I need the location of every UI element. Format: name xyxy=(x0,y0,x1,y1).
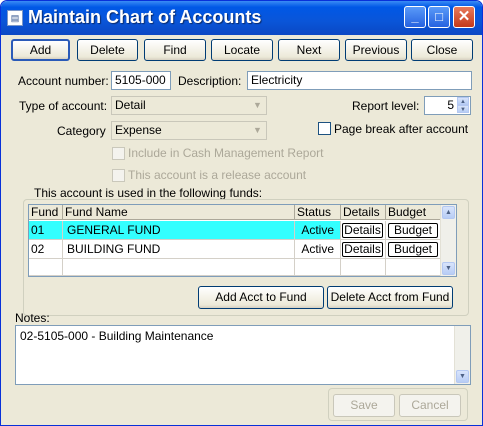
next-button[interactable]: Next xyxy=(278,39,340,61)
chevron-down-icon: ▼ xyxy=(253,100,262,110)
scroll-down-icon[interactable]: ▼ xyxy=(442,262,455,275)
category-value: Expense xyxy=(115,123,162,137)
find-button[interactable]: Find xyxy=(144,39,206,61)
column-header-budget[interactable]: Budget xyxy=(386,205,442,220)
report-level-spinner[interactable]: 5 ▲ ▼ xyxy=(424,96,471,115)
spin-down-icon[interactable]: ▼ xyxy=(457,105,469,113)
maintain-chart-of-accounts-window: ▤ Maintain Chart of Accounts _ □ ✕ Add D… xyxy=(0,0,483,426)
description-field[interactable]: Electricity xyxy=(247,71,472,90)
page-break-label: Page break after account xyxy=(334,122,469,136)
description-label: Description: xyxy=(178,74,242,88)
delete-acct-from-fund-button[interactable]: Delete Acct from Fund xyxy=(327,286,453,309)
delete-button[interactable]: Delete xyxy=(77,39,138,61)
column-header-fund[interactable]: Fund xyxy=(29,205,63,220)
column-header-fund-name[interactable]: Fund Name xyxy=(63,205,295,220)
table-row-2-name[interactable]: BUILDING FUND xyxy=(63,240,295,259)
table-row-2-budget-cell: Budget xyxy=(386,240,442,259)
account-number-field[interactable]: 5105-000 xyxy=(111,71,171,90)
title-bar[interactable]: ▤ Maintain Chart of Accounts _ □ ✕ xyxy=(1,1,482,35)
type-of-account-select[interactable]: Detail ▼ xyxy=(111,96,267,115)
cancel-button[interactable]: Cancel xyxy=(399,394,461,417)
locate-button[interactable]: Locate xyxy=(211,39,273,61)
spinner-arrows-icon[interactable]: ▲ ▼ xyxy=(457,97,469,114)
add-button[interactable]: Add xyxy=(11,39,70,61)
table-row-2-status[interactable]: Active xyxy=(295,240,341,259)
table-row-2-details-cell: Details xyxy=(341,240,386,259)
add-acct-to-fund-button[interactable]: Add Acct to Fund xyxy=(198,286,324,309)
release-account-label: This account is a release account xyxy=(128,168,307,182)
report-level-value: 5 xyxy=(447,98,454,112)
app-icon: ▤ xyxy=(7,10,23,26)
chevron-down-icon: ▼ xyxy=(253,125,262,135)
table-row-1-name[interactable]: GENERAL FUND xyxy=(63,221,295,240)
table-row-2-fund[interactable]: 02 xyxy=(29,240,63,259)
table-scrollbar[interactable]: ▲ ▼ xyxy=(440,205,456,276)
previous-button[interactable]: Previous xyxy=(345,39,407,61)
notes-label: Notes: xyxy=(15,311,50,325)
table-row-empty[interactable] xyxy=(29,259,63,276)
table-row-empty[interactable] xyxy=(295,259,341,276)
column-header-status[interactable]: Status xyxy=(295,205,341,220)
table-row-1-status[interactable]: Active xyxy=(295,221,341,240)
table-row-empty[interactable] xyxy=(386,259,442,276)
table-row-empty[interactable] xyxy=(341,259,386,276)
page-break-checkbox[interactable] xyxy=(318,122,331,135)
category-select[interactable]: Expense ▼ xyxy=(111,121,267,140)
notes-text: 02-5105-000 - Building Maintenance xyxy=(20,329,214,343)
category-label: Category xyxy=(57,124,106,138)
budget-button[interactable]: Budget xyxy=(388,242,438,257)
table-row-empty[interactable] xyxy=(63,259,295,276)
close-button[interactable]: Close xyxy=(411,39,473,61)
account-number-label: Account number: xyxy=(18,74,109,88)
table-row-1-fund[interactable]: 01 xyxy=(29,221,63,240)
budget-button[interactable]: Budget xyxy=(388,223,438,238)
scroll-up-icon[interactable]: ▲ xyxy=(442,206,455,219)
release-account-checkbox[interactable] xyxy=(112,169,125,182)
type-of-account-label: Type of account: xyxy=(19,99,108,113)
notes-scrollbar[interactable]: ▼ xyxy=(454,326,470,384)
type-of-account-value: Detail xyxy=(115,98,146,112)
funds-table: Fund Fund Name Status Details Budget 01 … xyxy=(28,204,457,277)
window-title: Maintain Chart of Accounts xyxy=(28,7,262,27)
funds-caption: This account is used in the following fu… xyxy=(34,186,263,200)
save-button[interactable]: Save xyxy=(333,394,395,417)
column-header-details[interactable]: Details xyxy=(341,205,386,220)
details-button[interactable]: Details xyxy=(342,242,383,257)
maximize-button[interactable]: □ xyxy=(428,6,450,28)
include-cash-management-checkbox[interactable] xyxy=(112,147,125,160)
scroll-down-icon[interactable]: ▼ xyxy=(456,370,469,383)
report-level-label: Report level: xyxy=(352,99,420,113)
spin-up-icon[interactable]: ▲ xyxy=(457,97,469,105)
notes-textarea[interactable]: 02-5105-000 - Building Maintenance ▼ xyxy=(15,325,471,385)
table-row-1-details-cell: Details xyxy=(341,221,386,240)
table-row-1-budget-cell: Budget xyxy=(386,221,442,240)
include-cash-management-label: Include in Cash Management Report xyxy=(128,146,324,160)
close-window-button[interactable]: ✕ xyxy=(453,6,475,28)
details-button[interactable]: Details xyxy=(342,223,383,238)
minimize-button[interactable]: _ xyxy=(404,6,426,28)
